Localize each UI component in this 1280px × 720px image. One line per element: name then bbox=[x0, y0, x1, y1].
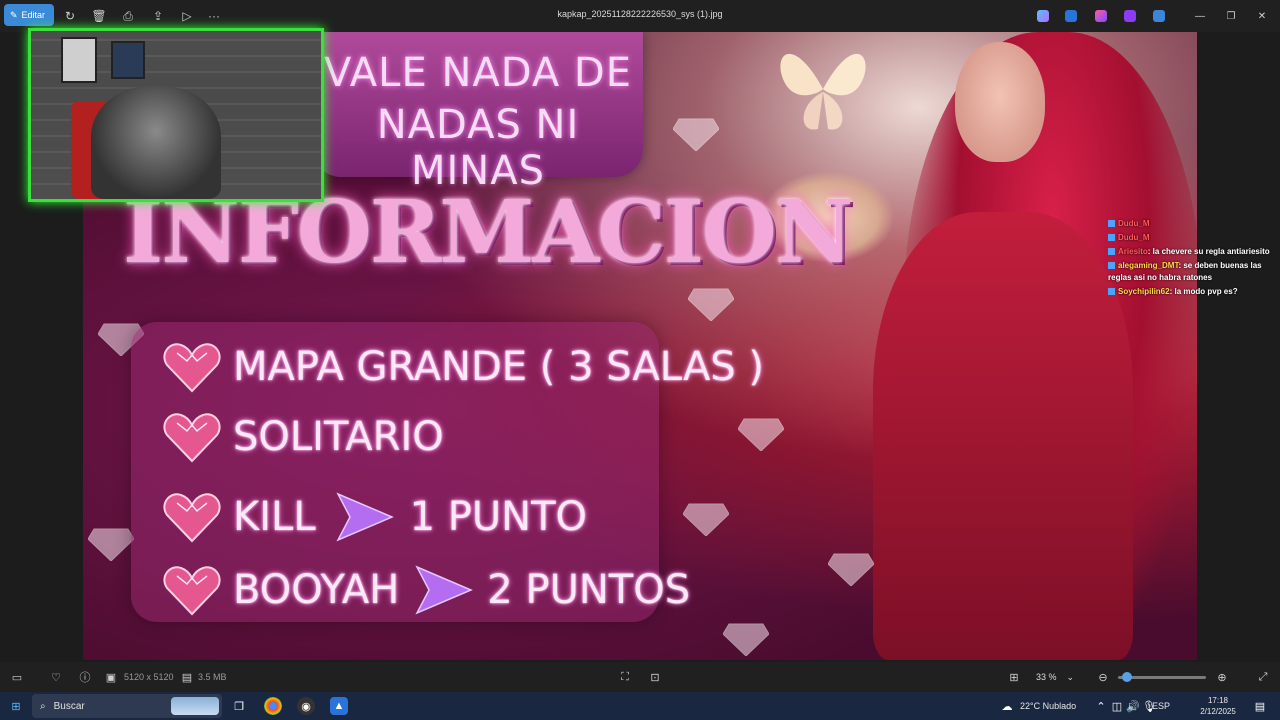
heart-gem-icon bbox=[163, 411, 221, 463]
chat-message: alegaming_DMT: se deben buenas las regla… bbox=[1108, 260, 1280, 284]
rule-text: BOOYAH bbox=[233, 567, 400, 613]
image-dimensions: 5120 x 5120 bbox=[124, 672, 174, 682]
rule-value: 1 PUNTO bbox=[409, 494, 588, 540]
heart-gem-icon bbox=[163, 341, 221, 393]
chat-username: Dudu_M bbox=[1118, 219, 1150, 228]
search-placeholder: Buscar bbox=[53, 700, 85, 712]
designer-icon[interactable] bbox=[1095, 10, 1107, 22]
chat-message: Dudu_M bbox=[1108, 232, 1280, 244]
diamond-icon bbox=[688, 288, 734, 321]
diamond-icon bbox=[88, 528, 134, 561]
heart-gem-icon bbox=[163, 564, 221, 616]
chat-username: Dudu_M bbox=[1118, 233, 1150, 242]
favorite-icon[interactable]: ♡ bbox=[48, 669, 64, 685]
diamond-icon bbox=[683, 503, 729, 536]
image-size-icon: ▣ bbox=[105, 671, 117, 684]
banner-line-1: VALE NADA DE bbox=[324, 50, 632, 96]
girl-face bbox=[955, 42, 1045, 162]
chat-message: Soychipilin62: la modo pvp es? bbox=[1108, 286, 1280, 298]
butterfly-icon bbox=[780, 53, 866, 130]
filmstrip-icon[interactable]: ▭ bbox=[9, 669, 25, 685]
clock-time: 17:18 bbox=[1207, 696, 1229, 705]
diamond-icon bbox=[738, 418, 784, 451]
close-icon[interactable]: ✕ bbox=[1252, 8, 1272, 24]
diamond-icon bbox=[723, 623, 769, 656]
weather-text[interactable]: 22°C Nublado bbox=[1020, 701, 1076, 711]
onedrive-icon[interactable] bbox=[1153, 10, 1165, 22]
chat-message: Ariesito: la chevere su regla antiariesi… bbox=[1108, 246, 1280, 258]
rule-text: MAPA GRANDE ( 3 SALAS ) bbox=[233, 344, 765, 390]
badge-icon bbox=[1108, 262, 1115, 270]
window-title: kapkap_20251128222226530_sys (1).jpg bbox=[557, 9, 723, 19]
zoom-out-icon[interactable]: ⊖ bbox=[1095, 669, 1111, 685]
chevron-down-icon: ⌄ bbox=[1066, 671, 1075, 682]
network-icon[interactable]: ◫ bbox=[1110, 697, 1124, 715]
maximize-icon[interactable]: ❐ bbox=[1221, 8, 1241, 24]
zoom-in-icon[interactable]: ⊕ bbox=[1214, 669, 1230, 685]
crop-icon[interactable]: ⛶ bbox=[617, 669, 633, 685]
streamer bbox=[91, 86, 221, 199]
poster bbox=[61, 37, 97, 83]
file-size-icon: ▤ bbox=[181, 671, 193, 684]
zoom-dropdown[interactable]: 33 % ⌄ bbox=[1036, 669, 1086, 685]
language-indicator[interactable]: ESP bbox=[1152, 701, 1170, 711]
info-icon[interactable]: ⓘ bbox=[77, 669, 93, 685]
clipchamp-icon[interactable] bbox=[1124, 10, 1136, 22]
rule-item: KILL 1 PUNTO bbox=[163, 487, 587, 547]
minimize-icon[interactable]: — bbox=[1190, 8, 1210, 24]
fit-to-window-icon[interactable]: ⊞ bbox=[1006, 669, 1022, 685]
chevron-up-icon[interactable]: ⌃ bbox=[1094, 697, 1108, 715]
diamond-icon bbox=[673, 118, 719, 151]
badge-icon bbox=[1108, 234, 1115, 242]
rule-value: 2 PUNTOS bbox=[487, 567, 691, 613]
zoom-slider-thumb[interactable] bbox=[1121, 672, 1132, 682]
search-icon: ⌕ bbox=[40, 700, 46, 712]
badge-icon bbox=[1108, 248, 1115, 256]
chat-username: Ariesito bbox=[1118, 247, 1148, 256]
badge-icon bbox=[1108, 288, 1115, 296]
arrow-right-icon bbox=[415, 565, 474, 615]
volume-icon[interactable]: 🔊 bbox=[1126, 697, 1140, 715]
windows-start-icon[interactable]: ⊞ bbox=[7, 697, 25, 715]
chat-text: : la chevere su regla antiariesito bbox=[1147, 247, 1270, 256]
heart-gem-icon bbox=[163, 491, 221, 543]
rule-item: SOLITARIO bbox=[163, 407, 444, 467]
search-highlight-image[interactable] bbox=[171, 697, 219, 715]
webcam-overlay bbox=[28, 28, 324, 202]
select-icon[interactable]: ⊡ bbox=[647, 669, 663, 685]
copilot-icon[interactable] bbox=[1037, 10, 1049, 22]
chrome-icon[interactable] bbox=[264, 697, 282, 715]
chat-message: Dudu_M bbox=[1108, 218, 1280, 230]
weather-icon[interactable]: ☁ bbox=[999, 697, 1015, 715]
task-view-icon[interactable]: ❐ bbox=[230, 697, 248, 715]
clock-date: 2/12/2025 bbox=[1200, 707, 1236, 716]
rule-text: KILL bbox=[233, 494, 316, 540]
rule-item: MAPA GRANDE ( 3 SALAS ) bbox=[163, 337, 764, 397]
arrow-right-icon bbox=[335, 492, 394, 542]
chat-username: Soychipilin62 bbox=[1118, 287, 1170, 296]
clock[interactable]: 17:18 2/12/2025 bbox=[1196, 695, 1240, 717]
notifications-icon[interactable]: ▤ bbox=[1252, 697, 1268, 715]
obs-icon[interactable]: ◉ bbox=[297, 697, 315, 715]
badge-icon bbox=[1108, 220, 1115, 228]
chat-overlay: Dudu_M Dudu_M Ariesito: la chevere su re… bbox=[1108, 218, 1280, 300]
top-banner: VALE NADA DE NADAS NI MINAS bbox=[313, 32, 643, 194]
chat-text: : la modo pvp es? bbox=[1169, 287, 1238, 296]
rule-item: BOOYAH 2 PUNTOS bbox=[163, 560, 690, 620]
photos-icon[interactable]: ▲ bbox=[330, 697, 348, 715]
fullscreen-icon[interactable]: ⤢ bbox=[1255, 669, 1271, 685]
diamond-icon bbox=[828, 553, 874, 586]
file-size: 3.5 MB bbox=[198, 672, 227, 682]
banner-line-2: NADAS NI MINAS bbox=[376, 102, 580, 194]
app-icon[interactable] bbox=[1065, 10, 1077, 22]
poster bbox=[111, 41, 145, 79]
zoom-value: 33 % bbox=[1036, 672, 1057, 682]
girl-body bbox=[873, 212, 1133, 660]
rule-text: SOLITARIO bbox=[233, 414, 444, 460]
chat-username: alegaming_DMT bbox=[1118, 261, 1179, 270]
